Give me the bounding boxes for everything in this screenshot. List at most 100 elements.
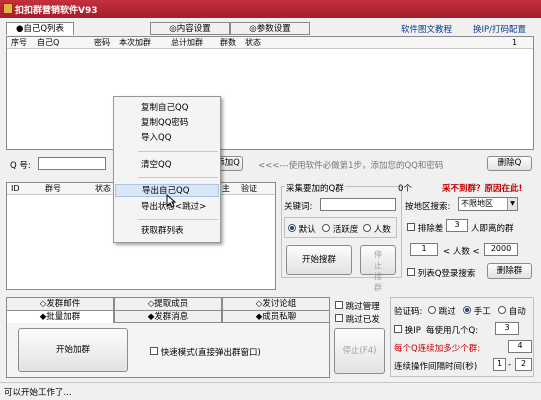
start-join-button[interactable]: 开始加群	[18, 328, 128, 372]
sort-members-label: 人数	[373, 225, 391, 235]
captcha-manual-radio[interactable]	[463, 306, 471, 314]
sort-activity[interactable]: 活跃度	[322, 223, 358, 235]
switch-ip-check[interactable]: 换IP	[394, 324, 421, 336]
sort-members[interactable]: 人数	[363, 223, 391, 235]
stop-join-button[interactable]: 停止(F4)	[334, 328, 385, 374]
window-title: 扣扣群营销软件V93	[15, 6, 98, 16]
exclude-input[interactable]: 3	[446, 219, 468, 232]
col-this-added: 本次加群	[119, 38, 151, 47]
cant-find-link[interactable]: 采不到群？原因在此!	[442, 182, 522, 194]
skip-manage-label: 跳过管理	[345, 302, 380, 312]
captcha-manual[interactable]: 手工	[463, 305, 491, 317]
sort-default-radio[interactable]	[288, 224, 296, 232]
groups-per-q-label: 每个Q连续加多少个群:	[394, 344, 481, 354]
interval-min-input[interactable]: 1	[493, 358, 506, 371]
exclude-label: 排除差	[417, 224, 444, 234]
skip-manage-checkbox[interactable]	[335, 301, 343, 309]
groups-per-q-input[interactable]: 4	[508, 340, 532, 353]
add-qq-hint: <<<---使用软件必做第1步，添加您的QQ和密码	[258, 161, 444, 171]
collect-title: 采集要加的Q群	[285, 182, 345, 194]
tab-private-chat[interactable]: ◆成员私聊	[222, 310, 330, 323]
ip-config-link[interactable]: 换IP/打码配置	[473, 23, 526, 35]
tutorial-link[interactable]: 软件图文教程	[401, 23, 452, 35]
col-id: ID	[11, 184, 20, 193]
tab-group-mail[interactable]: ◇发群邮件	[6, 297, 114, 310]
col-own-qq: 自己Q	[37, 38, 60, 47]
people-min-input[interactable]: 1	[410, 243, 438, 256]
captcha-auto[interactable]: 自动	[498, 305, 526, 317]
tab-group-message[interactable]: ◆发群消息	[114, 310, 222, 323]
skip-sent-checkbox[interactable]	[335, 314, 343, 322]
tab-qq-list[interactable]: ●自己Q列表	[6, 22, 74, 35]
col-group-status: 状态	[95, 184, 111, 193]
qq-label: Q 号:	[10, 161, 31, 171]
sort-default[interactable]: 默认	[288, 223, 316, 235]
sort-activity-radio[interactable]	[322, 224, 330, 232]
menu-clear-qq[interactable]: 清空QQ	[115, 159, 219, 172]
captcha-skip-radio[interactable]	[428, 306, 436, 314]
skip-sent-label: 跳过已发	[345, 315, 380, 325]
fast-mode-checkbox[interactable]	[150, 347, 158, 355]
delete-qq-button[interactable]: 删除Q	[487, 156, 532, 171]
menu-get-group-list[interactable]: 获取群列表	[115, 225, 219, 238]
app-icon	[3, 3, 13, 14]
chevron-down-icon[interactable]: ▼	[507, 198, 517, 210]
qq-table-header: 序号 自己Q 密码 本次加群 总计加群 群数 状态 1	[7, 37, 533, 49]
menu-separator	[138, 219, 218, 220]
keyword-label: 关键词:	[284, 202, 313, 212]
per-q-input[interactable]: 3	[495, 322, 519, 335]
context-menu: 复制自己QQ 复制QQ密码 导入QQ 清空QQ 导出自己QQ 导出状态<跳过> …	[113, 96, 221, 243]
mouse-cursor-icon	[166, 194, 176, 208]
tab-content-settings[interactable]: ◎内容设置	[150, 22, 230, 35]
people-range-label: < 人数 <	[443, 247, 480, 257]
people-max-input[interactable]: 2000	[484, 243, 518, 256]
list-login-check[interactable]: 列表Q登录搜索	[407, 267, 475, 279]
stop-search-button[interactable]: 停止搜群	[360, 245, 396, 292]
captcha-auto-label: 自动	[508, 307, 526, 317]
sort-default-label: 默认	[298, 225, 316, 235]
keyword-input[interactable]	[320, 198, 396, 211]
col-status: 状态	[245, 38, 261, 47]
captcha-auto-radio[interactable]	[498, 306, 506, 314]
start-search-button[interactable]: 开始搜群	[286, 245, 352, 275]
col-group-count: 群数	[220, 38, 236, 47]
menu-import-qq[interactable]: 导入QQ	[115, 132, 219, 145]
captcha-skip-label: 跳过	[438, 307, 456, 317]
qq-table[interactable]: 序号 自己Q 密码 本次加群 总计加群 群数 状态 1	[6, 36, 534, 150]
region-select[interactable]: 不限地区 ▼	[458, 197, 518, 211]
qq-count: 1	[512, 38, 518, 47]
list-login-label: 列表Q登录搜索	[417, 269, 476, 279]
skip-manage-check[interactable]: 跳过管理	[335, 300, 380, 312]
per-q-label: 每使用几个Q:	[426, 326, 479, 336]
tab-extract-members[interactable]: ◇提取成员	[114, 297, 222, 310]
exclude-checkbox[interactable]	[407, 223, 415, 231]
qq-input[interactable]	[38, 157, 106, 170]
region-value: 不限地区	[461, 199, 493, 208]
tab-discussion[interactable]: ◇发讨论组	[222, 297, 330, 310]
col-group-number: 群号	[45, 184, 61, 193]
tab-param-settings[interactable]: ◎参数设置	[230, 22, 310, 35]
fast-mode-label: 快速模式(直接弹出群窗口)	[160, 348, 261, 358]
interval-max-input[interactable]: 2	[515, 358, 532, 371]
col-password: 密码	[94, 38, 110, 47]
sort-members-radio[interactable]	[363, 224, 371, 232]
switch-ip-checkbox[interactable]	[394, 325, 402, 333]
menu-separator	[138, 151, 218, 152]
captcha-label: 验证码:	[394, 307, 423, 317]
exclude-check[interactable]: 排除差	[407, 222, 443, 234]
list-login-checkbox[interactable]	[407, 268, 415, 276]
tab-batch-join[interactable]: ◆批量加群	[6, 310, 114, 323]
status-bar: 可以开始工作了...	[0, 382, 541, 400]
menu-copy-qq[interactable]: 复制自己QQ	[115, 102, 219, 115]
skip-sent-check[interactable]: 跳过已发	[335, 313, 380, 325]
menu-separator	[138, 177, 218, 178]
menu-copy-password[interactable]: 复制QQ密码	[115, 117, 219, 130]
title-bar: 扣扣群营销软件V93	[0, 0, 541, 18]
collect-count: 0个	[398, 184, 412, 194]
exclude-suffix: 人即离的群	[471, 224, 514, 234]
fast-mode-check[interactable]: 快速模式(直接弹出群窗口)	[150, 346, 261, 358]
captcha-skip[interactable]: 跳过	[428, 305, 456, 317]
captcha-manual-label: 手工	[473, 307, 491, 317]
region-label: 按地区搜索:	[405, 202, 451, 212]
delete-group-button[interactable]: 删除群	[487, 263, 532, 279]
